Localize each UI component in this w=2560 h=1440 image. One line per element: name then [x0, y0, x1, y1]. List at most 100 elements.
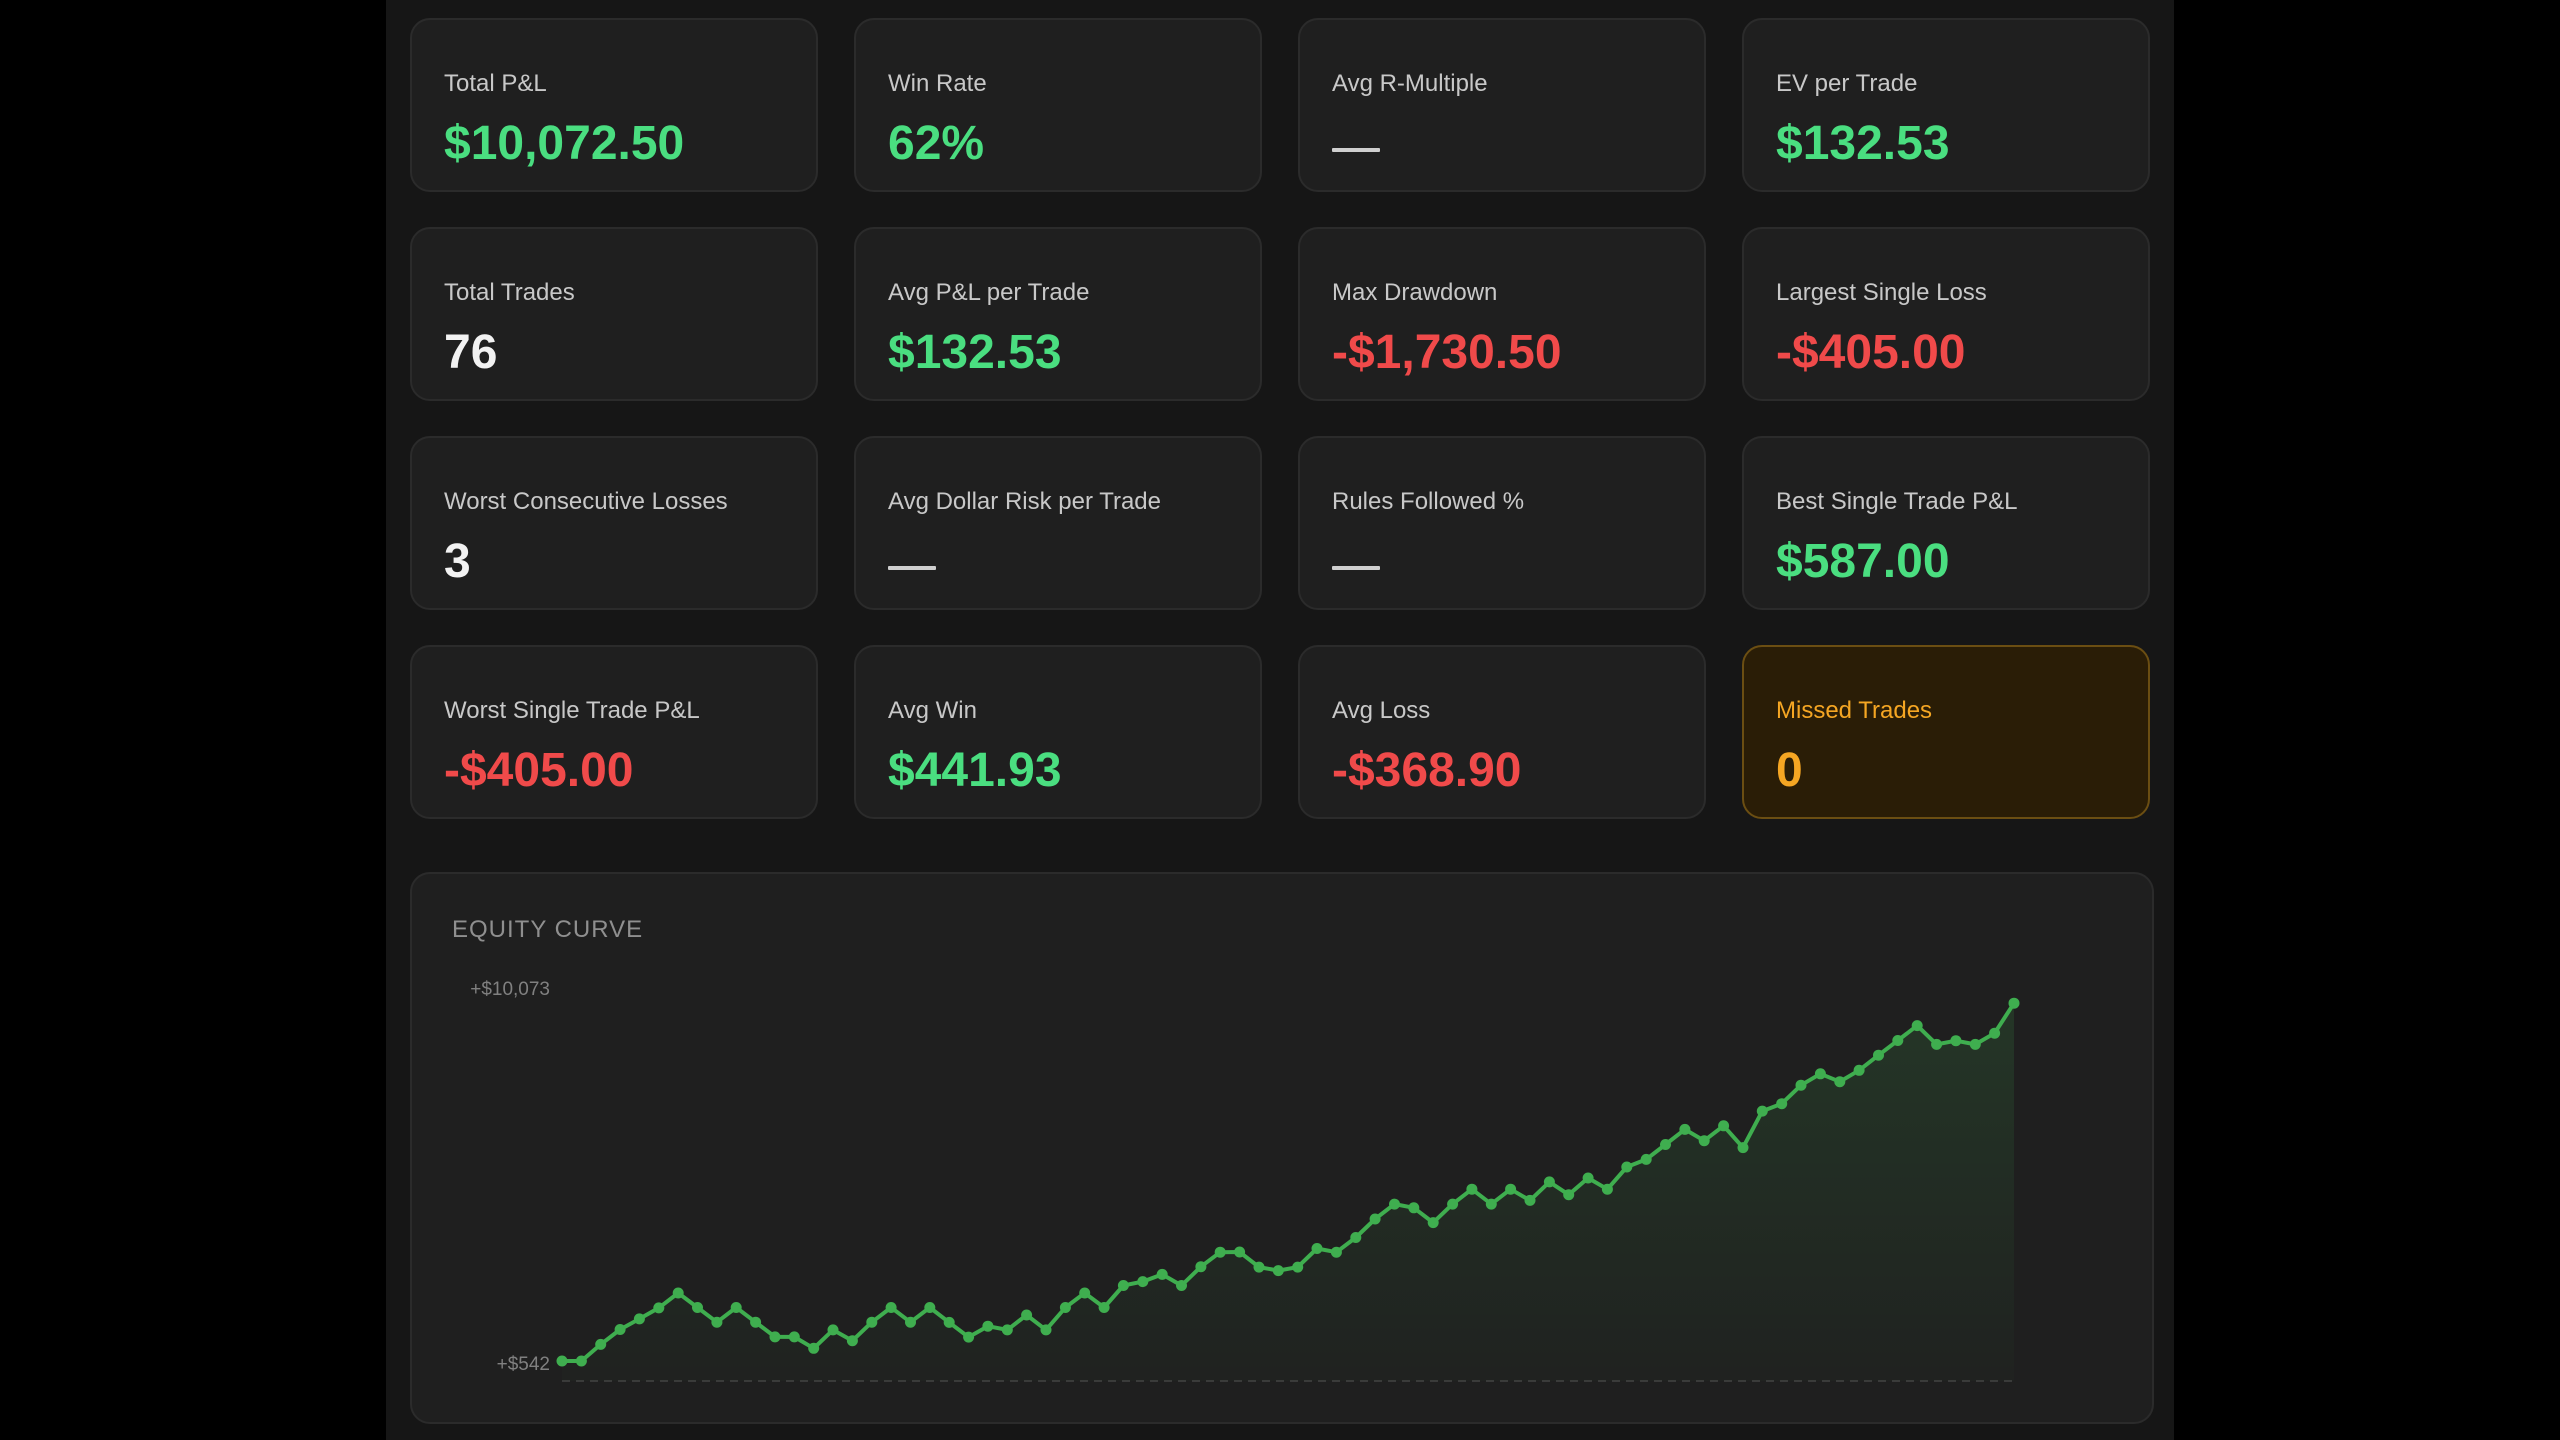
equity-point [1601, 1183, 1613, 1195]
stat-card-win-rate: Win Rate 62% [854, 18, 1262, 192]
equity-point [1021, 1309, 1033, 1321]
equity-point [1660, 1139, 1671, 1150]
equity-point [672, 1287, 684, 1299]
equity-point [1137, 1276, 1149, 1288]
stat-value: -$1,730.50 [1332, 326, 1562, 379]
equity-point [1040, 1324, 1052, 1336]
equity-point [1873, 1049, 1884, 1061]
equity-point [730, 1302, 742, 1313]
stat-label: Total Trades [444, 279, 575, 306]
stat-value: $132.53 [1776, 117, 1950, 170]
equity-point [1834, 1076, 1846, 1088]
y-tick-label-top: +$10,073 [470, 979, 550, 1000]
equity-point [653, 1302, 665, 1314]
stat-label: Avg Win [888, 697, 977, 724]
equity-point [711, 1316, 723, 1328]
stat-value: 76 [444, 326, 498, 379]
stat-label: Rules Followed % [1332, 488, 1525, 515]
stat-value: -$405.00 [1776, 326, 1966, 379]
stat-card-largest-single-loss: Largest Single Loss -$405.00 [1742, 227, 2150, 401]
equity-point [692, 1302, 703, 1313]
equity-point [808, 1342, 820, 1354]
stat-card-total-trades: Total Trades 76 [410, 227, 818, 401]
equity-point [1292, 1261, 1304, 1273]
equity-point [1621, 1161, 1633, 1173]
stat-label: Worst Single Trade P&L [444, 697, 700, 724]
equity-point [1718, 1120, 1730, 1132]
equity-point [1369, 1213, 1381, 1225]
equity-point [1795, 1079, 1807, 1091]
equity-point [1563, 1189, 1575, 1201]
equity-point [943, 1316, 955, 1328]
stat-card-avg-r-multiple: Avg R-Multiple [1298, 18, 1706, 192]
equity-point [1950, 1035, 1962, 1047]
stat-label: Win Rate [888, 70, 987, 97]
equity-point [2008, 997, 2020, 1009]
stat-card-avg-dollar-risk: Avg Dollar Risk per Trade [854, 436, 1262, 610]
equity-point [866, 1316, 878, 1328]
equity-point [1989, 1027, 2001, 1039]
equity-point [846, 1335, 858, 1347]
stat-label: Worst Consecutive Losses [444, 488, 728, 515]
equity-point [885, 1302, 897, 1313]
stat-value: $441.93 [888, 744, 1062, 797]
equity-point [575, 1355, 587, 1367]
stat-label: Largest Single Loss [1776, 279, 1987, 306]
equity-point [1098, 1302, 1110, 1313]
stat-label: EV per Trade [1776, 70, 1918, 97]
equity-point [1737, 1142, 1749, 1154]
equity-curve-panel: EQUITY CURVE +$10,073 +$542 [410, 872, 2154, 1424]
stat-label: Max Drawdown [1332, 279, 1498, 306]
equity-point [1485, 1198, 1497, 1210]
y-tick-label-bottom: +$542 [497, 1354, 550, 1375]
empty-value-dash [1332, 148, 1380, 152]
equity-point [1117, 1280, 1129, 1291]
equity-point [1814, 1068, 1826, 1080]
stat-card-avg-win: Avg Win $441.93 [854, 645, 1262, 819]
equity-point [1272, 1265, 1284, 1277]
stat-label: Total P&L [444, 70, 547, 97]
equity-point [1505, 1183, 1517, 1195]
stat-card-total-pnl: Total P&L $10,072.50 [410, 18, 818, 192]
stat-label: Avg P&L per Trade [888, 279, 1090, 306]
stat-value: 3 [444, 535, 471, 588]
equity-point [1059, 1302, 1071, 1313]
equity-point [1156, 1268, 1168, 1280]
equity-point [1698, 1135, 1710, 1147]
equity-point [1931, 1038, 1943, 1050]
stat-card-avg-pnl-per-trade: Avg P&L per Trade $132.53 [854, 227, 1262, 401]
equity-point [1543, 1176, 1555, 1188]
stat-value: 0 [1776, 744, 1803, 797]
stat-card-missed-trades: Missed Trades 0 [1742, 645, 2150, 819]
equity-point [595, 1338, 607, 1350]
equity-point [1195, 1261, 1207, 1273]
equity-point [1330, 1246, 1342, 1258]
equity-point [1524, 1194, 1536, 1206]
equity-point [1640, 1153, 1652, 1165]
stat-card-ev-per-trade: EV per Trade $132.53 [1742, 18, 2150, 192]
equity-point [1911, 1020, 1923, 1032]
equity-point [788, 1331, 800, 1343]
equity-point [1447, 1198, 1459, 1210]
equity-point [1892, 1035, 1904, 1046]
stat-value: $10,072.50 [444, 117, 685, 170]
equity-point [1756, 1105, 1768, 1117]
equity-point [924, 1302, 936, 1313]
stat-label: Missed Trades [1776, 697, 1933, 724]
equity-point [1776, 1098, 1788, 1110]
equity-point [1253, 1261, 1265, 1273]
stat-value: $132.53 [888, 326, 1062, 379]
dashboard: Total P&L $10,072.50 Win Rate 62% Avg R-… [386, 0, 2174, 1440]
equity-point [1969, 1038, 1981, 1050]
equity-point [1214, 1246, 1226, 1258]
equity-point [1427, 1217, 1439, 1229]
equity-point [614, 1324, 626, 1335]
empty-value-dash [888, 566, 936, 570]
stat-card-best-single-trade: Best Single Trade P&L $587.00 [1742, 436, 2150, 610]
equity-point [1853, 1064, 1865, 1076]
stat-card-max-drawdown: Max Drawdown -$1,730.50 [1298, 227, 1706, 401]
equity-point [1679, 1123, 1691, 1135]
stat-value: -$405.00 [444, 744, 634, 797]
stat-label: Avg Loss [1332, 697, 1431, 724]
stat-label: Best Single Trade P&L [1776, 488, 2018, 515]
